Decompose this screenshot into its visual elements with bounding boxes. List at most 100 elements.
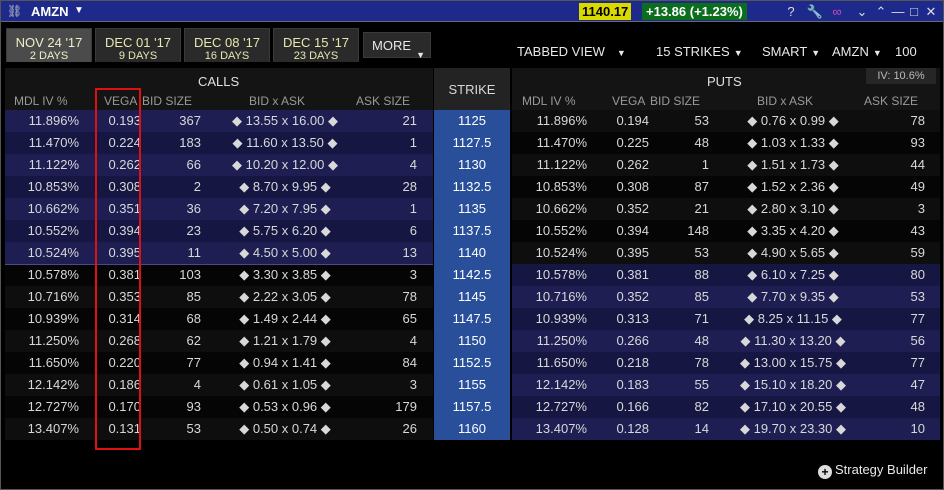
tab-expiration-1[interactable]: DEC 01 '17 9 DAYS [95, 28, 181, 62]
put-bid-ask-cell[interactable]: ◆ 19.70 x 23.30 ◆ [723, 418, 863, 440]
put-iv-cell[interactable]: 11.250% [521, 330, 587, 352]
put-vega-cell[interactable]: 0.352 [609, 286, 649, 308]
put-vega-cell[interactable]: 0.225 [609, 132, 649, 154]
chevron-down-icon[interactable]: ▼ [74, 5, 84, 16]
call-ask-size-cell[interactable]: 179 [370, 396, 417, 418]
table-row[interactable]: 13.407% 0.131 53 ◆ 0.50 x 0.74 ◆ 26 13.407% 0.… [5, 418, 940, 440]
call-bid-ask-cell[interactable]: ◆ 1.49 x 2.44 ◆ [215, 308, 355, 330]
col-mdl-iv[interactable]: MDL IV % [14, 94, 68, 108]
call-iv-cell[interactable]: 10.939% [13, 308, 79, 330]
call-ask-size-cell[interactable]: 3 [370, 264, 417, 286]
put-vega-cell[interactable]: 0.381 [609, 264, 649, 286]
put-iv-cell[interactable]: 11.470% [521, 132, 587, 154]
close-icon[interactable]: ✕ [924, 3, 938, 21]
strategy-builder-button[interactable]: + Strategy Builder [818, 462, 928, 479]
put-ask-size-cell[interactable]: 77 [878, 308, 925, 330]
put-ask-size-cell[interactable]: 56 [878, 330, 925, 352]
underlying-dropdown[interactable]: AMZN ▼ [832, 44, 882, 59]
put-bid-size-cell[interactable]: 88 [663, 264, 709, 286]
put-ask-size-cell[interactable]: 80 [878, 264, 925, 286]
call-bid-ask-cell[interactable]: ◆ 2.22 x 3.05 ◆ [215, 286, 355, 308]
table-row[interactable]: 11.122% 0.262 66 ◆ 10.20 x 12.00 ◆ 4 11.122% 0… [5, 154, 940, 176]
call-iv-cell[interactable]: 10.716% [13, 286, 79, 308]
put-bid-size-cell[interactable]: 82 [663, 396, 709, 418]
call-bid-ask-cell[interactable]: ◆ 0.53 x 0.96 ◆ [215, 396, 355, 418]
put-ask-size-cell[interactable]: 93 [878, 132, 925, 154]
call-bid-size-cell[interactable]: 68 [155, 308, 201, 330]
more-button[interactable]: MORE ▼ [363, 32, 431, 60]
call-iv-cell[interactable]: 11.250% [13, 330, 79, 352]
put-bid-ask-cell[interactable]: ◆ 0.76 x 0.99 ◆ [723, 110, 863, 132]
put-vega-cell[interactable]: 0.166 [609, 396, 649, 418]
call-bid-size-cell[interactable]: 2 [155, 176, 201, 198]
put-iv-cell[interactable]: 10.552% [521, 220, 587, 242]
strike-cell[interactable]: 1150 [434, 330, 510, 352]
tab-expiration-2[interactable]: DEC 08 '17 16 DAYS [184, 28, 270, 62]
call-ask-size-cell[interactable]: 6 [370, 220, 417, 242]
put-iv-cell[interactable]: 10.578% [521, 264, 587, 286]
put-vega-cell[interactable]: 0.394 [609, 220, 649, 242]
strike-cell[interactable]: 1140 [434, 242, 510, 264]
put-iv-cell[interactable]: 13.407% [521, 418, 587, 440]
put-bid-size-cell[interactable]: 55 [663, 374, 709, 396]
put-bid-ask-cell[interactable]: ◆ 1.51 x 1.73 ◆ [723, 154, 863, 176]
link-group-icon[interactable]: ∞ [827, 3, 847, 21]
call-ask-size-cell[interactable]: 13 [370, 242, 417, 264]
call-bid-ask-cell[interactable]: ◆ 0.50 x 0.74 ◆ [215, 418, 355, 440]
maximize-icon[interactable]: □ [907, 3, 921, 21]
call-ask-size-cell[interactable]: 3 [370, 374, 417, 396]
put-iv-cell[interactable]: 10.939% [521, 308, 587, 330]
put-iv-cell[interactable]: 10.524% [521, 242, 587, 264]
put-vega-cell[interactable]: 0.395 [609, 242, 649, 264]
put-vega-cell[interactable]: 0.352 [609, 198, 649, 220]
col-bid-ask[interactable]: BID x ASK [757, 94, 813, 108]
put-ask-size-cell[interactable]: 48 [878, 396, 925, 418]
put-bid-ask-cell[interactable]: ◆ 15.10 x 18.20 ◆ [723, 374, 863, 396]
put-bid-size-cell[interactable]: 14 [663, 418, 709, 440]
put-iv-cell[interactable]: 12.727% [521, 396, 587, 418]
call-iv-cell[interactable]: 10.662% [13, 198, 79, 220]
put-iv-cell[interactable]: 11.650% [521, 352, 587, 374]
exchange-dropdown[interactable]: SMART ▼ [762, 44, 820, 59]
put-ask-size-cell[interactable]: 53 [878, 286, 925, 308]
table-row[interactable]: 12.142% 0.186 4 ◆ 0.61 x 1.05 ◆ 3 12.142% 0.18… [5, 374, 940, 396]
put-ask-size-cell[interactable]: 59 [878, 242, 925, 264]
help-icon[interactable]: ? [784, 3, 798, 21]
call-bid-size-cell[interactable]: 11 [155, 242, 202, 264]
call-ask-size-cell[interactable]: 1 [370, 132, 417, 154]
col-bid-size[interactable]: BID SIZE [142, 94, 192, 108]
col-bid-ask[interactable]: BID x ASK [249, 94, 305, 108]
put-bid-size-cell[interactable]: 53 [663, 242, 709, 264]
call-bid-size-cell[interactable]: 183 [155, 132, 201, 154]
call-bid-ask-cell[interactable]: ◆ 1.21 x 1.79 ◆ [215, 330, 355, 352]
strike-cell[interactable]: 1135 [434, 198, 510, 220]
call-bid-ask-cell[interactable]: ◆ 0.94 x 1.41 ◆ [215, 352, 355, 374]
put-bid-size-cell[interactable]: 148 [663, 220, 709, 242]
table-row[interactable]: 10.853% 0.308 2 ◆ 8.70 x 9.95 ◆ 28 10.853% 0.3… [5, 176, 940, 198]
table-row[interactable]: 10.524% 0.395 11 ◆ 4.50 x 5.00 ◆ 13 10.524% 0.… [5, 242, 940, 264]
call-bid-size-cell[interactable]: 23 [155, 220, 201, 242]
strike-cell[interactable]: 1142.5 [434, 264, 510, 286]
symbol-label[interactable]: AMZN [31, 4, 69, 19]
call-bid-ask-cell[interactable]: ◆ 0.61 x 1.05 ◆ [215, 374, 355, 396]
strike-cell[interactable]: 1147.5 [434, 308, 510, 330]
put-bid-ask-cell[interactable]: ◆ 17.10 x 20.55 ◆ [723, 396, 863, 418]
table-row[interactable]: 10.578% 0.381 103 ◆ 3.30 x 3.85 ◆ 3 10.578% 0.… [5, 264, 940, 286]
call-iv-cell[interactable]: 11.122% [13, 154, 79, 176]
col-mdl-iv[interactable]: MDL IV % [522, 94, 576, 108]
put-vega-cell[interactable]: 0.308 [609, 176, 649, 198]
call-iv-cell[interactable]: 13.407% [13, 418, 79, 440]
put-ask-size-cell[interactable]: 43 [878, 220, 925, 242]
put-ask-size-cell[interactable]: 3 [878, 198, 925, 220]
put-ask-size-cell[interactable]: 47 [878, 374, 925, 396]
call-bid-size-cell[interactable]: 66 [155, 154, 201, 176]
call-bid-size-cell[interactable]: 85 [155, 286, 201, 308]
col-vega[interactable]: VEGA [612, 94, 645, 108]
strike-cell[interactable]: 1160 [434, 418, 510, 440]
put-vega-cell[interactable]: 0.128 [609, 418, 649, 440]
call-bid-ask-cell[interactable]: ◆ 8.70 x 9.95 ◆ [215, 176, 355, 198]
call-ask-size-cell[interactable]: 4 [370, 330, 417, 352]
call-iv-cell[interactable]: 10.853% [13, 176, 79, 198]
strike-cell[interactable]: 1125 [434, 110, 510, 132]
table-row[interactable]: 10.552% 0.394 23 ◆ 5.75 x 6.20 ◆ 6 10.552% 0.3… [5, 220, 940, 242]
